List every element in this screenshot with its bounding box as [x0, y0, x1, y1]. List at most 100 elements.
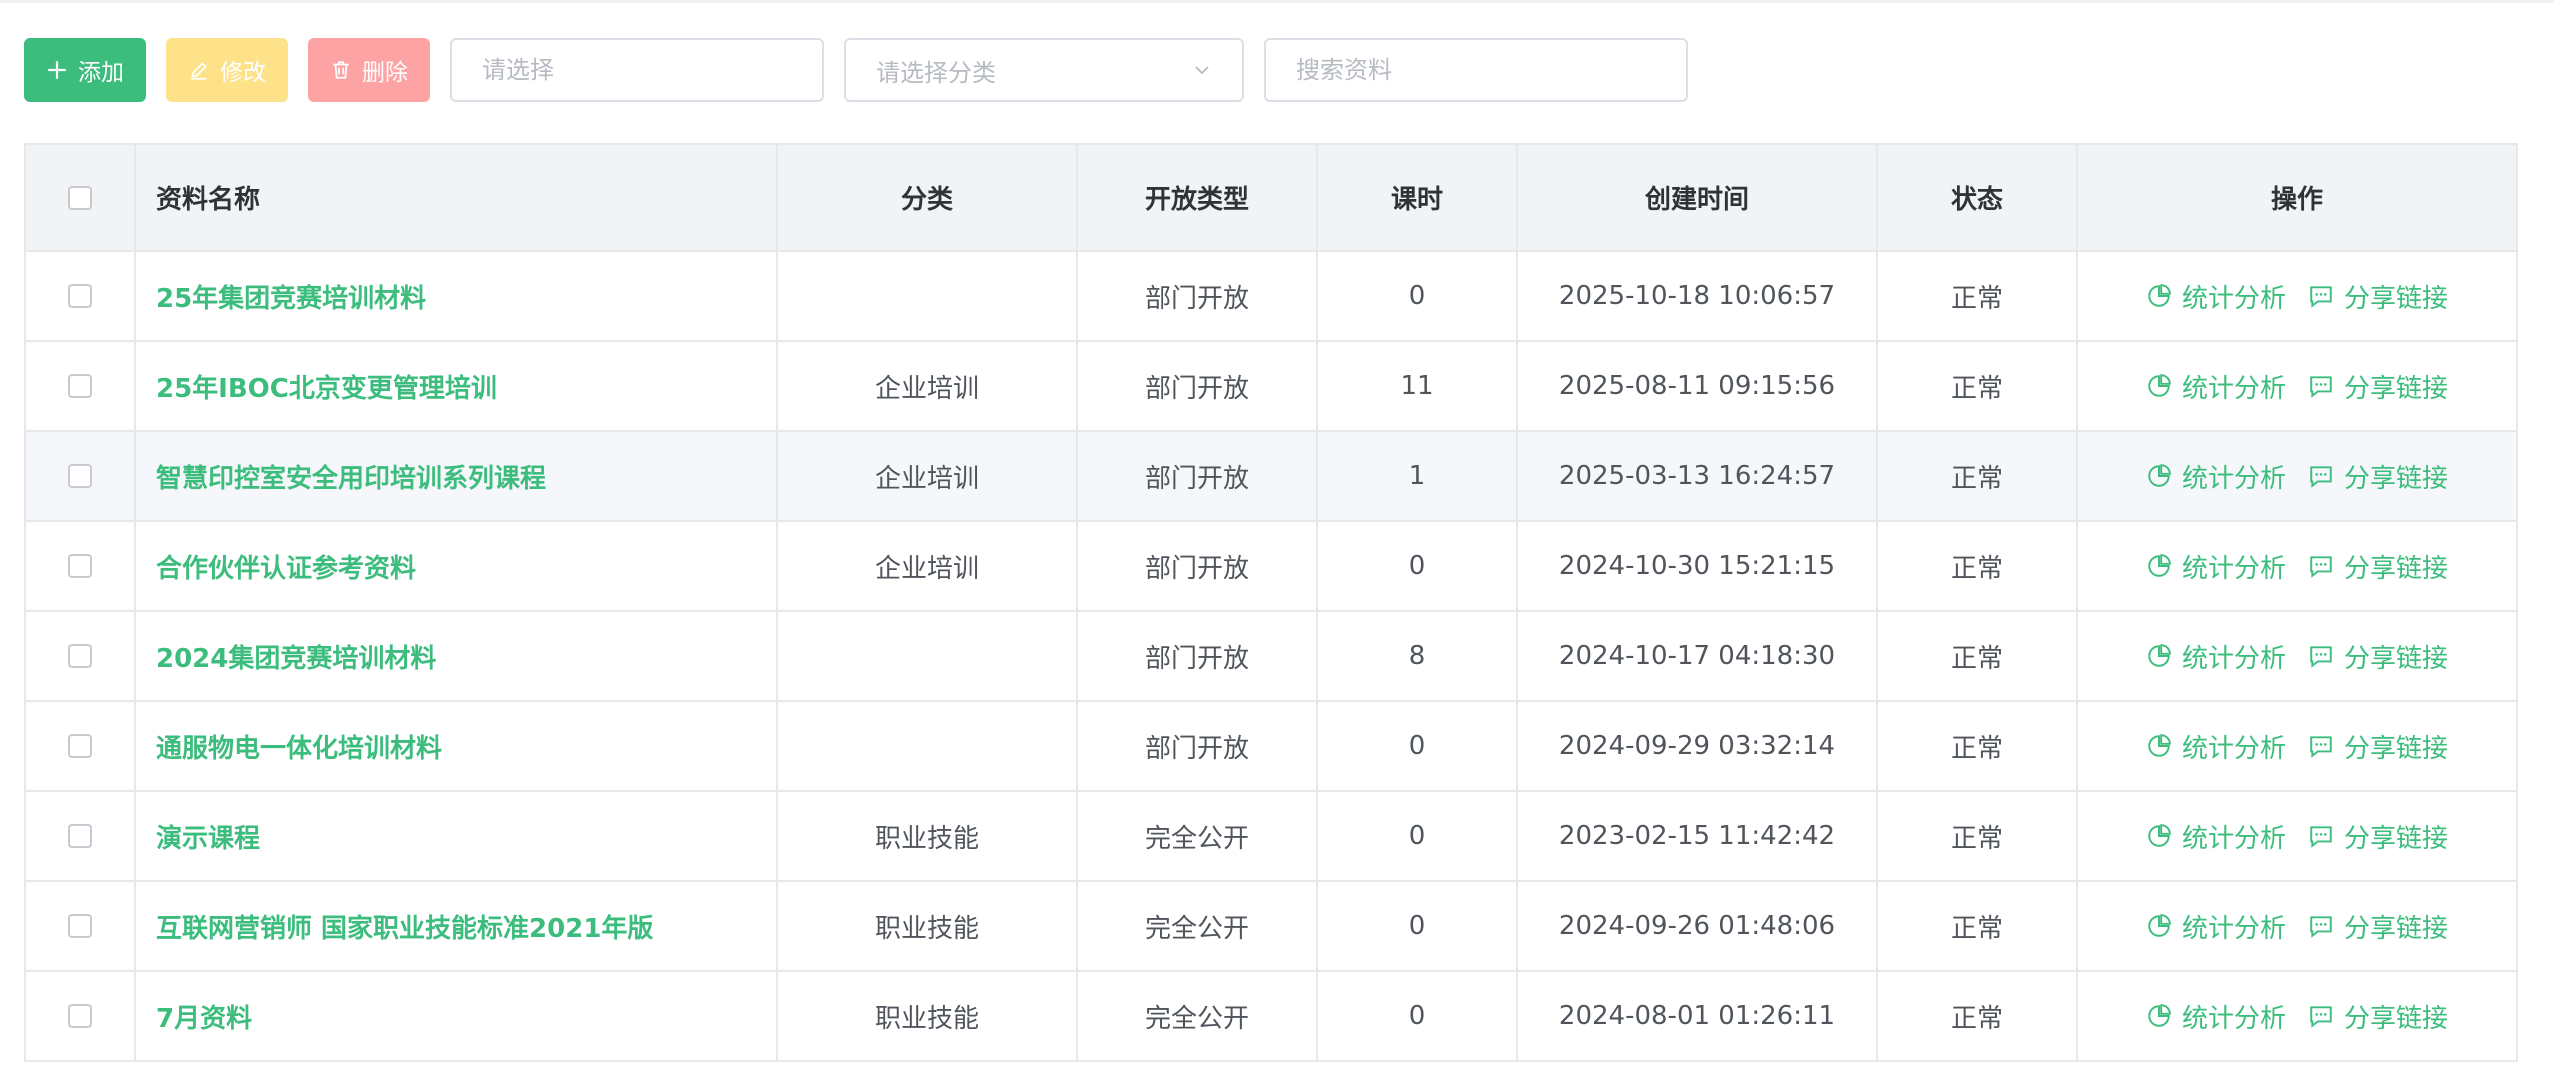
created-cell: 2023-02-15 11:42:42 [1518, 792, 1878, 880]
add-button[interactable]: 添加 [24, 38, 146, 102]
table-row: 合作伙伴认证参考资料 企业培训 部门开放 0 2024-10-30 15:21:15 正常… [26, 522, 2518, 612]
header-hours[interactable]: 课时 [1318, 145, 1518, 250]
name-cell: 互联网营销师 国家职业技能标准2021年版 [136, 882, 778, 970]
delete-button-label: 删除 [362, 60, 408, 86]
share-link-label: 分享链接 [2344, 1003, 2449, 1034]
pie-chart-icon [2148, 464, 2171, 487]
share-link[interactable]: 分享链接 [2308, 548, 2448, 585]
stats-analysis-label: 统计分析 [2181, 913, 2286, 944]
share-link-label: 分享链接 [2344, 463, 2449, 494]
share-link[interactable]: 分享链接 [2308, 818, 2448, 855]
row-checkbox-cell [26, 432, 136, 520]
hours-cell: 0 [1318, 882, 1518, 970]
material-name-link[interactable]: 25年集团竞赛培训材料 [156, 278, 426, 315]
hours-cell: 0 [1318, 792, 1518, 880]
pie-chart-icon [2148, 824, 2171, 847]
header-open-type[interactable]: 开放类型 [1078, 145, 1318, 250]
header-status[interactable]: 状态 [1878, 145, 2078, 250]
share-link[interactable]: 分享链接 [2308, 908, 2448, 945]
category-select[interactable]: 请选择分类 [844, 38, 1244, 102]
pie-chart-icon [2148, 734, 2171, 757]
table-row: 25年集团竞赛培训材料 部门开放 0 2025-10-18 10:06:57 正常 统计分… [26, 252, 2518, 342]
row-checkbox[interactable] [68, 644, 92, 668]
actions-cell: 统计分析 分享链接 [2078, 342, 2518, 430]
open-type-cell: 完全公开 [1078, 882, 1318, 970]
category-cell [778, 702, 1078, 790]
name-cell: 7月资料 [136, 972, 778, 1060]
open-type-cell: 部门开放 [1078, 432, 1318, 520]
status-cell: 正常 [1878, 792, 2078, 880]
hours-cell: 11 [1318, 342, 1518, 430]
table-row: 演示课程 职业技能 完全公开 0 2023-02-15 11:42:42 正常 统计分析 分享… [26, 792, 2518, 882]
material-name-link[interactable]: 2024集团竞赛培训材料 [156, 638, 436, 675]
material-name-link[interactable]: 7月资料 [156, 998, 252, 1035]
stats-analysis-label: 统计分析 [2181, 283, 2286, 314]
stats-analysis-link[interactable]: 统计分析 [2146, 458, 2286, 495]
pie-chart-icon [2148, 1004, 2171, 1027]
header-created[interactable]: 创建时间 [1518, 145, 1878, 250]
row-checkbox[interactable] [68, 374, 92, 398]
row-checkbox[interactable] [68, 824, 92, 848]
stats-analysis-label: 统计分析 [2181, 643, 2286, 674]
share-link[interactable]: 分享链接 [2308, 458, 2448, 495]
row-checkbox[interactable] [68, 914, 92, 938]
stats-analysis-link[interactable]: 统计分析 [2146, 728, 2286, 765]
share-link[interactable]: 分享链接 [2308, 368, 2448, 405]
header-name[interactable]: 资料名称 [136, 145, 778, 250]
stats-analysis-link[interactable]: 统计分析 [2146, 908, 2286, 945]
material-name-link[interactable]: 智慧印控室安全用印培训系列课程 [156, 458, 546, 495]
stats-analysis-link[interactable]: 统计分析 [2146, 368, 2286, 405]
material-name-link[interactable]: 25年IBOC北京变更管理培训 [156, 368, 497, 405]
row-checkbox[interactable] [68, 464, 92, 488]
share-link[interactable]: 分享链接 [2308, 278, 2448, 315]
actions-cell: 统计分析 分享链接 [2078, 522, 2518, 610]
row-checkbox[interactable] [68, 554, 92, 578]
plus-icon [48, 61, 66, 79]
name-cell: 智慧印控室安全用印培训系列课程 [136, 432, 778, 520]
category-cell: 职业技能 [778, 972, 1078, 1060]
category-select-placeholder: 请选择分类 [876, 58, 996, 87]
share-link[interactable]: 分享链接 [2308, 998, 2448, 1035]
material-name-link[interactable]: 演示课程 [156, 818, 260, 855]
hours-cell: 0 [1318, 702, 1518, 790]
open-type-cell: 部门开放 [1078, 522, 1318, 610]
search-input[interactable] [1264, 38, 1688, 102]
row-checkbox[interactable] [68, 1004, 92, 1028]
delete-button[interactable]: 删除 [308, 38, 430, 102]
row-checkbox-cell [26, 882, 136, 970]
select-all-checkbox[interactable] [68, 185, 92, 210]
row-checkbox[interactable] [68, 734, 92, 758]
stats-analysis-link[interactable]: 统计分析 [2146, 638, 2286, 675]
message-icon [2310, 1006, 2332, 1028]
stats-analysis-label: 统计分析 [2181, 553, 2286, 584]
share-link-label: 分享链接 [2344, 553, 2449, 584]
pie-chart-icon [2148, 554, 2171, 577]
share-link[interactable]: 分享链接 [2308, 638, 2448, 675]
table-row: 通服物电一体化培训材料 部门开放 0 2024-09-29 03:32:14 正常 统计分… [26, 702, 2518, 792]
material-name-link[interactable]: 互联网营销师 国家职业技能标准2021年版 [156, 908, 653, 945]
open-type-cell: 部门开放 [1078, 342, 1318, 430]
stats-analysis-link[interactable]: 统计分析 [2146, 548, 2286, 585]
header-category[interactable]: 分类 [778, 145, 1078, 250]
material-name-link[interactable]: 合作伙伴认证参考资料 [156, 548, 416, 585]
stats-analysis-link[interactable]: 统计分析 [2146, 998, 2286, 1035]
name-cell: 25年IBOC北京变更管理培训 [136, 342, 778, 430]
add-button-label: 添加 [78, 60, 124, 86]
row-checkbox-cell [26, 792, 136, 880]
stats-analysis-link[interactable]: 统计分析 [2146, 818, 2286, 855]
stats-analysis-label: 统计分析 [2181, 733, 2286, 764]
category-cell [778, 612, 1078, 700]
category-cell: 企业培训 [778, 342, 1078, 430]
stats-analysis-link[interactable]: 统计分析 [2146, 278, 2286, 315]
row-checkbox[interactable] [68, 284, 92, 308]
status-cell: 正常 [1878, 882, 2078, 970]
share-link[interactable]: 分享链接 [2308, 728, 2448, 765]
edit-button[interactable]: 修改 [166, 38, 288, 102]
select-input[interactable] [450, 38, 824, 102]
created-cell: 2024-08-01 01:26:11 [1518, 972, 1878, 1060]
row-checkbox-cell [26, 252, 136, 340]
material-name-link[interactable]: 通服物电一体化培训材料 [156, 728, 442, 765]
top-divider [0, 0, 2554, 3]
created-cell: 2024-10-30 15:21:15 [1518, 522, 1878, 610]
share-link-label: 分享链接 [2344, 643, 2449, 674]
